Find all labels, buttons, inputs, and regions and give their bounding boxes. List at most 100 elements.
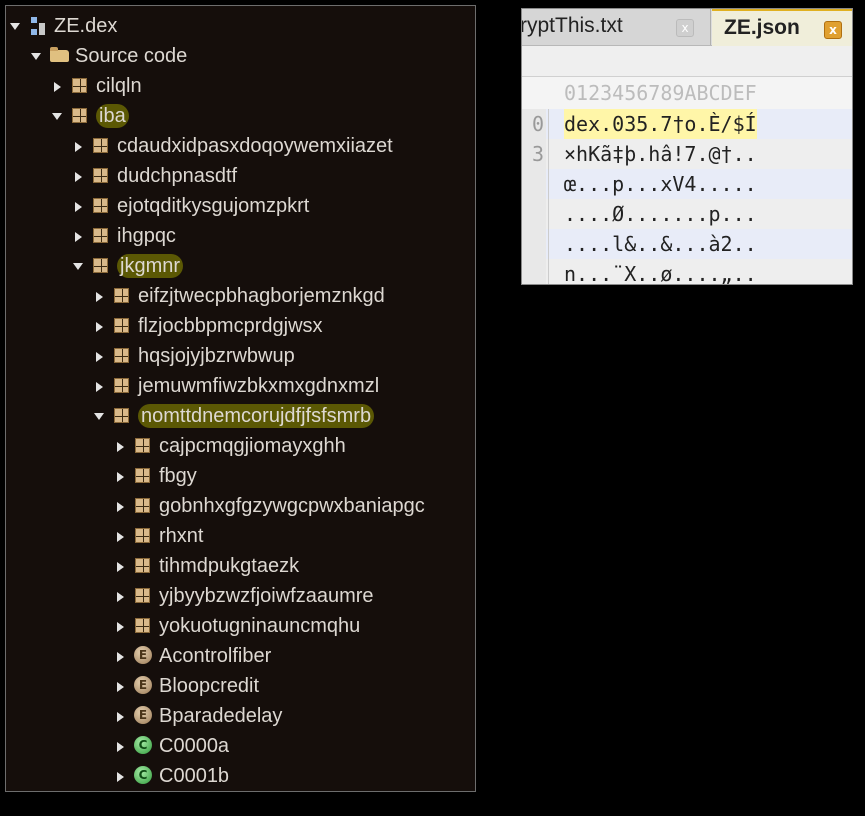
tree-node-label: iba xyxy=(96,103,129,128)
tree-node[interactable]: gobnhxgfgzywgcpwxbaniapgc xyxy=(111,490,425,520)
expand-arrow-icon[interactable] xyxy=(69,221,91,251)
tree-node-label: Bparadedelay xyxy=(159,704,283,727)
tree-node[interactable]: yjbyybzwzfjoiwfzaaumre xyxy=(111,580,374,610)
hex-row[interactable]: œ...p...xV4..... xyxy=(522,169,852,199)
package-icon xyxy=(91,251,113,281)
expand-arrow-icon[interactable] xyxy=(111,551,133,581)
expand-arrow-icon[interactable] xyxy=(111,581,133,611)
tree-node-label: eifzjtwecpbhagborjemznkgd xyxy=(138,284,385,307)
expand-arrow-icon[interactable] xyxy=(111,461,133,491)
hex-column-header: 0123456789ABCDEF xyxy=(522,77,852,109)
tree-node[interactable]: cilqln xyxy=(48,70,142,100)
expand-arrow-icon[interactable] xyxy=(111,521,133,551)
expand-arrow-icon[interactable] xyxy=(111,731,133,761)
package-icon xyxy=(133,551,155,581)
tree-node[interactable]: Acontrolfiber xyxy=(111,640,271,670)
folder-icon xyxy=(49,41,71,71)
hex-row-offset: 3 xyxy=(522,139,546,169)
tab-encrypt-this-txt[interactable]: ryptThis.txt x xyxy=(522,9,711,45)
hex-row[interactable]: ....l&..&...à2.. xyxy=(522,229,852,259)
close-icon[interactable]: x xyxy=(676,19,694,37)
tree-node-label: cilqln xyxy=(96,74,142,97)
expand-arrow-icon[interactable] xyxy=(90,281,112,311)
expand-arrow-icon[interactable] xyxy=(48,71,70,101)
tree-node[interactable]: Bparadedelay xyxy=(111,700,282,730)
tree-node[interactable]: tihmdpukgtaezk xyxy=(111,550,299,580)
hex-row-offset xyxy=(522,169,546,199)
tree-node-label: C0000a xyxy=(159,734,230,757)
tab-label: ZE.json xyxy=(724,16,800,39)
tree-node[interactable]: dudchpnasdtf xyxy=(69,160,237,190)
tree-node[interactable]: jemuwmfiwzbkxmxgdnxmzl xyxy=(90,370,379,400)
collapse-arrow-icon[interactable] xyxy=(27,41,49,71)
class-icon xyxy=(133,731,155,761)
expand-arrow-icon[interactable] xyxy=(111,431,133,461)
tree-node[interactable]: C0000a xyxy=(111,730,229,760)
tree-node-label: tihmdpukgtaezk xyxy=(159,554,300,577)
package-icon xyxy=(91,161,113,191)
tree-node[interactable]: Source code xyxy=(27,40,187,70)
expand-arrow-icon[interactable] xyxy=(69,191,91,221)
enum-icon xyxy=(133,671,155,701)
expand-arrow-icon[interactable] xyxy=(69,131,91,161)
tree-node[interactable]: C0001b xyxy=(111,760,229,790)
package-icon xyxy=(133,431,155,461)
tree-node[interactable]: cajpcmqgjiomayxghh xyxy=(111,430,346,460)
tree-node-label: fbgy xyxy=(159,464,197,487)
hex-row[interactable]: ....Ø.......p... xyxy=(522,199,852,229)
package-icon xyxy=(91,221,113,251)
tree-node-label: cajpcmqgjiomayxghh xyxy=(159,434,346,457)
package-icon xyxy=(133,521,155,551)
hex-row-text: dex.035.7†o.È/$Í xyxy=(564,109,757,139)
collapse-arrow-icon[interactable] xyxy=(90,401,112,431)
tree-node[interactable]: eifzjtwecpbhagborjemznkgd xyxy=(90,280,385,310)
tree-node[interactable]: ZE.dex xyxy=(6,10,117,40)
hex-separator xyxy=(548,139,549,169)
collapse-arrow-icon[interactable] xyxy=(6,11,28,41)
close-icon[interactable]: x xyxy=(824,21,842,39)
expand-arrow-icon[interactable] xyxy=(111,491,133,521)
hex-row-offset xyxy=(522,199,546,229)
tree-node[interactable]: jkgmnr xyxy=(69,250,184,281)
expand-arrow-icon[interactable] xyxy=(111,671,133,701)
expand-arrow-icon[interactable] xyxy=(90,341,112,371)
tree-node[interactable]: cdaudxidpasxdoqoywemxiiazet xyxy=(69,130,393,160)
tree-node-label: cdaudxidpasxdoqoywemxiiazet xyxy=(117,134,393,157)
tree-node-label: Bloopcredit xyxy=(159,674,260,697)
tree-node[interactable]: fbgy xyxy=(111,460,197,490)
tree-node-label: dudchpnasdtf xyxy=(117,164,238,187)
tree-node[interactable]: ejotqditkysgujomzpkrt xyxy=(69,190,309,220)
expand-arrow-icon[interactable] xyxy=(111,641,133,671)
expand-arrow-icon[interactable] xyxy=(90,371,112,401)
expand-arrow-icon[interactable] xyxy=(69,161,91,191)
tree-node[interactable]: Bloopcredit xyxy=(111,670,259,700)
tree-node[interactable]: hqsjojyjbzrwbwup xyxy=(90,340,295,370)
expand-arrow-icon[interactable] xyxy=(111,701,133,731)
tree-node-label: ZE.dex xyxy=(54,14,118,37)
hex-row-offset: 0 xyxy=(522,109,546,139)
package-icon xyxy=(133,461,155,491)
enum-icon xyxy=(133,701,155,731)
hex-row[interactable]: n...¨X..ø....„.. xyxy=(522,259,852,284)
hex-row-text: ....Ø.......p... xyxy=(564,202,757,226)
tree-node[interactable]: rhxnt xyxy=(111,520,203,550)
expand-arrow-icon[interactable] xyxy=(90,311,112,341)
collapse-arrow-icon[interactable] xyxy=(48,101,70,131)
tree-node[interactable]: yokuotugninauncmqhu xyxy=(111,610,360,640)
tree-node[interactable]: flzjocbbpmcprdgjwsx xyxy=(90,310,323,340)
package-icon xyxy=(133,491,155,521)
expand-arrow-icon[interactable] xyxy=(111,761,133,791)
tree-node[interactable]: nomttdnemcorujdfjfsfsmrb xyxy=(90,400,375,431)
package-icon xyxy=(70,71,92,101)
package-icon xyxy=(70,101,92,131)
expand-arrow-icon[interactable] xyxy=(111,611,133,641)
tree-node[interactable]: ihgpqc xyxy=(69,220,176,250)
hex-separator xyxy=(548,109,549,139)
hex-row[interactable]: 0 dex.035.7†o.È/$Í xyxy=(522,109,852,139)
hex-separator xyxy=(548,229,549,259)
tree-node-label: flzjocbbpmcprdgjwsx xyxy=(138,314,323,337)
collapse-arrow-icon[interactable] xyxy=(69,251,91,281)
tab-ze-json[interactable]: ZE.json x xyxy=(712,9,852,47)
tree-node[interactable]: iba xyxy=(48,100,129,130)
hex-row[interactable]: 3 ×hKã‡þ.hâ!7.@†.. xyxy=(522,139,852,169)
